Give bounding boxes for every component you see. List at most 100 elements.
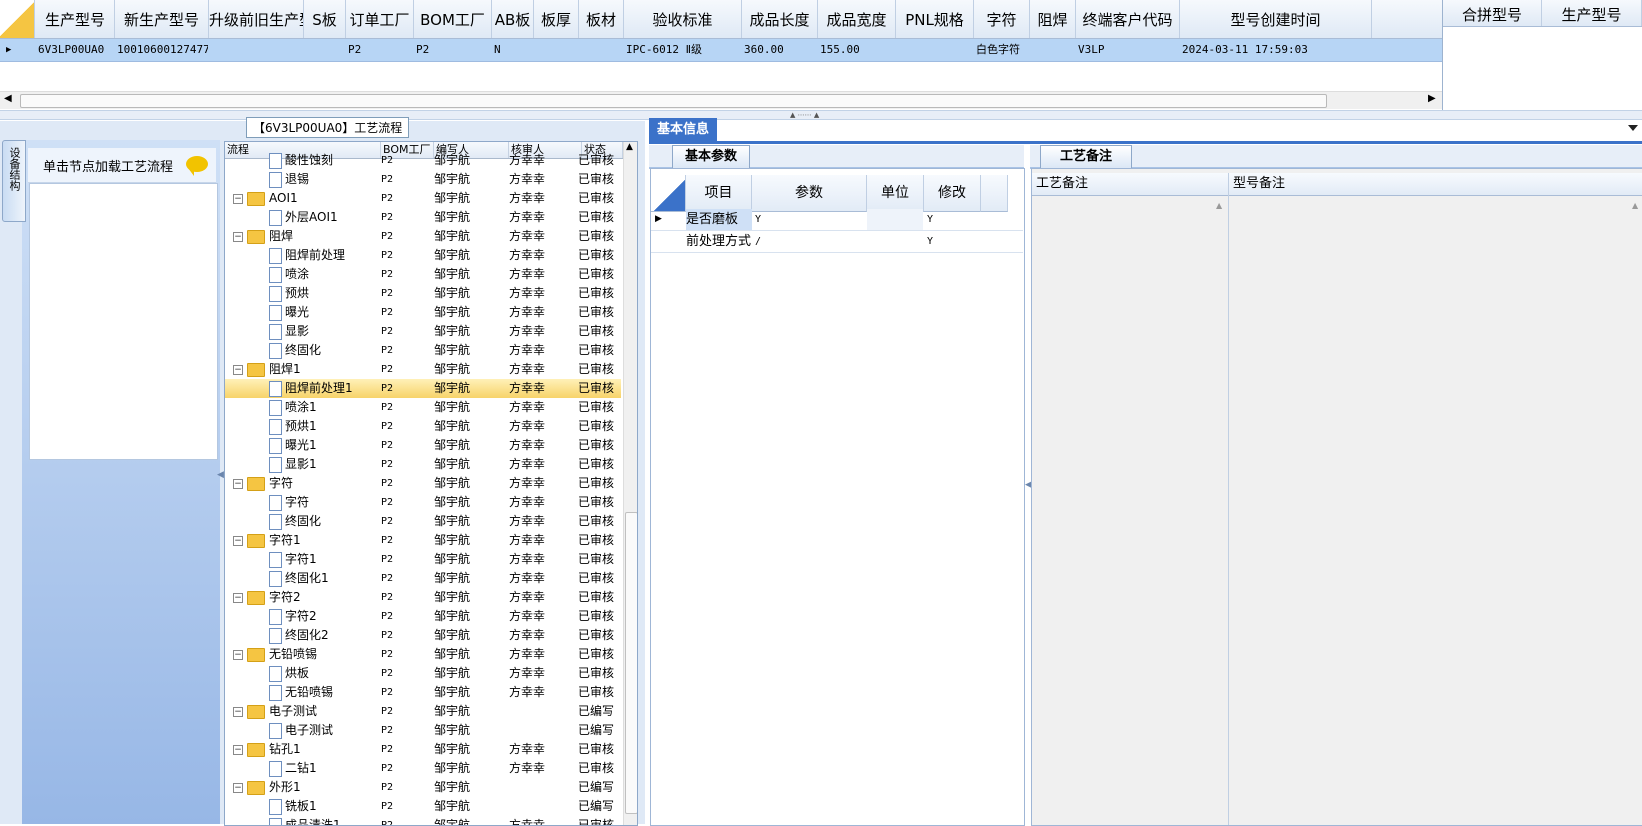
tree-node[interactable]: 字符2 P2 邹宇航 方幸幸 已审核 [225, 607, 621, 626]
tree-node[interactable]: 阻焊前处理 P2 邹宇航 方幸幸 已审核 [225, 246, 621, 265]
tree-node[interactable]: 终固化 P2 邹宇航 方幸幸 已审核 [225, 512, 621, 531]
tree-node[interactable]: 电子测试 P2 邹宇航 已编写 [225, 721, 621, 740]
tree-node[interactable]: 喷涂 P2 邹宇航 方幸幸 已审核 [225, 265, 621, 284]
col-2[interactable]: 升级前旧生产型号 [209, 0, 304, 38]
tree-node[interactable]: 字符1 P2 邹宇航 方幸幸 已审核 [225, 550, 621, 569]
col-8[interactable]: 板材 [579, 0, 624, 38]
scroll-right-icon[interactable]: ▶ [1428, 93, 1436, 104]
collapse-icon[interactable]: − [233, 365, 243, 375]
scroll-up-icon[interactable]: ▲ [626, 142, 633, 152]
tree-node[interactable]: 字符 P2 邹宇航 方幸幸 已审核 [225, 493, 621, 512]
tree-node[interactable]: 酸性蚀刻 P2 邹宇航 方幸幸 已审核 [225, 151, 621, 170]
collapse-left-icon[interactable]: ◀ [217, 470, 224, 480]
table-row[interactable]: 前处理方式 / Y [651, 231, 1023, 253]
col-6[interactable]: AB板 [492, 0, 534, 38]
cell-param[interactable]: Y [755, 209, 865, 230]
cell-2[interactable] [209, 39, 303, 61]
tree-node[interactable]: 曝光1 P2 邹宇航 方幸幸 已审核 [225, 436, 621, 455]
tree-node[interactable]: 铣板1 P2 邹宇航 已编写 [225, 797, 621, 816]
col-9[interactable]: 验收标准 [624, 0, 742, 38]
col-3[interactable]: S板 [304, 0, 346, 38]
tree-node[interactable]: 无铅喷锡 P2 邹宇航 方幸幸 已审核 [225, 683, 621, 702]
col-0[interactable]: 生产型号 [36, 0, 115, 38]
tab-basic-info[interactable]: 基本信息 [649, 118, 717, 142]
panel-dropdown-icon[interactable] [1628, 125, 1638, 131]
table-row[interactable]: ▶ 6V3LP00UA0 10010600127477 P2 P2 N IPC-6012 … [0, 39, 1442, 62]
cell-4[interactable]: P2 [346, 39, 413, 61]
tree-node[interactable]: − 钻孔1 P2 邹宇航 方幸幸 已审核 [225, 740, 621, 759]
col-12[interactable]: PNL规格 [896, 0, 974, 38]
grid-corner[interactable] [0, 0, 35, 38]
col-4[interactable]: 订单工厂 [346, 0, 414, 38]
col-5[interactable]: BOM工厂 [414, 0, 492, 38]
col-1[interactable]: 新生产型号 [115, 0, 209, 38]
tree-node[interactable]: 外层AOI1 P2 邹宇航 方幸幸 已审核 [225, 208, 621, 227]
cell-11[interactable]: 155.00 [818, 39, 895, 61]
col-16[interactable]: 型号创建时间 [1180, 0, 1372, 38]
tree-node[interactable]: 阻焊前处理1 P2 邹宇航 方幸幸 已审核 [225, 379, 621, 398]
tree-vertical-scrollbar[interactable]: ▲ [623, 142, 637, 825]
model-notes-textarea[interactable] [1229, 196, 1642, 825]
collapse-icon[interactable]: − [233, 745, 243, 755]
tree-node[interactable]: 退锡 P2 邹宇航 方幸幸 已审核 [225, 170, 621, 189]
cell-7[interactable] [534, 39, 578, 61]
cell-16[interactable]: 2024-03-11 17:59:03 [1180, 39, 1371, 61]
cell-12[interactable] [896, 39, 973, 61]
side-tab-structure[interactable]: 设备结构 [2, 140, 26, 222]
tree-node[interactable]: − 电子测试 P2 邹宇航 已编写 [225, 702, 621, 721]
cell-modify[interactable]: Y [927, 209, 981, 230]
collapse-icon[interactable]: − [233, 536, 243, 546]
tree-scroll-thumb[interactable] [625, 512, 637, 814]
cell-unit[interactable] [867, 231, 923, 252]
tree-node[interactable]: − 字符2 P2 邹宇航 方幸幸 已审核 [225, 588, 621, 607]
cell-13[interactable]: 白色字符 [974, 39, 1029, 61]
cell-item[interactable]: 是否磨板 [686, 209, 752, 230]
tree-node[interactable]: − 无铅喷锡 P2 邹宇航 方幸幸 已审核 [225, 645, 621, 664]
col-merged-model[interactable]: 合拼型号 [1443, 0, 1542, 26]
col-13[interactable]: 字符 [974, 0, 1030, 38]
col-15[interactable]: 终端客户代码 [1076, 0, 1180, 38]
cell-3[interactable] [304, 39, 345, 61]
collapse-icon[interactable]: − [233, 194, 243, 204]
cell-10[interactable]: 360.00 [742, 39, 817, 61]
collapse-icon[interactable]: − [233, 707, 243, 717]
scroll-left-icon[interactable]: ◀ [4, 93, 12, 104]
cell-modify[interactable]: Y [927, 231, 981, 252]
tree-node[interactable]: 喷涂1 P2 邹宇航 方幸幸 已审核 [225, 398, 621, 417]
col-unit[interactable]: 单位 [867, 175, 924, 212]
collapse-icon[interactable]: − [233, 232, 243, 242]
col-11[interactable]: 成品宽度 [818, 0, 896, 38]
cell-14[interactable] [1030, 39, 1075, 61]
tree-node[interactable]: 曝光 P2 邹宇航 方幸幸 已审核 [225, 303, 621, 322]
cell-0[interactable]: 6V3LP00UA0 [36, 39, 114, 61]
cell-9[interactable]: IPC-6012 Ⅱ级 [624, 39, 741, 61]
cell-5[interactable]: P2 [414, 39, 491, 61]
col-14[interactable]: 阻焊 [1030, 0, 1076, 38]
process-tree[interactable]: 流程 BOM工厂 编写人 核审人 状态 酸性蚀刻 P2 邹宇航 方幸幸 已审核 退锡 P2 邹… [224, 141, 638, 826]
params-corner[interactable] [651, 175, 686, 212]
col-modify[interactable]: 修改 [924, 175, 981, 212]
scroll-up-icon[interactable]: ▲ [1632, 201, 1638, 210]
scroll-up-icon[interactable]: ▲ [1216, 201, 1222, 210]
tree-node[interactable]: 终固化1 P2 邹宇航 方幸幸 已审核 [225, 569, 621, 588]
tree-node[interactable]: − 外形1 P2 邹宇航 已编写 [225, 778, 621, 797]
tree-node[interactable]: − AOI1 P2 邹宇航 方幸幸 已审核 [225, 189, 621, 208]
tree-node[interactable]: − 字符1 P2 邹宇航 方幸幸 已审核 [225, 531, 621, 550]
tree-node[interactable]: 显影1 P2 邹宇航 方幸幸 已审核 [225, 455, 621, 474]
collapse-icon[interactable]: − [233, 650, 243, 660]
cell-15[interactable]: V3LP [1076, 39, 1179, 61]
cell-1[interactable]: 10010600127477 [115, 39, 208, 61]
collapse-icon[interactable]: − [233, 783, 243, 793]
collapse-icon[interactable]: − [233, 593, 243, 603]
cell-item[interactable]: 前处理方式 [686, 231, 752, 252]
tree-node[interactable]: 成品清洗1 P2 邹宇航 方幸幸 已审核 [225, 816, 621, 825]
horizontal-scrollbar[interactable]: ◀ ▶ [0, 91, 1442, 109]
scroll-thumb[interactable] [20, 94, 1327, 108]
tree-node[interactable]: 烘板 P2 邹宇航 方幸幸 已审核 [225, 664, 621, 683]
tree-node[interactable]: − 阻焊 P2 邹宇航 方幸幸 已审核 [225, 227, 621, 246]
col-item[interactable]: 项目 [686, 175, 752, 212]
tree-node[interactable]: 显影 P2 邹宇航 方幸幸 已审核 [225, 322, 621, 341]
cell-unit[interactable] [867, 209, 923, 230]
tree-node[interactable]: − 字符 P2 邹宇航 方幸幸 已审核 [225, 474, 621, 493]
tree-node[interactable]: 终固化2 P2 邹宇航 方幸幸 已审核 [225, 626, 621, 645]
